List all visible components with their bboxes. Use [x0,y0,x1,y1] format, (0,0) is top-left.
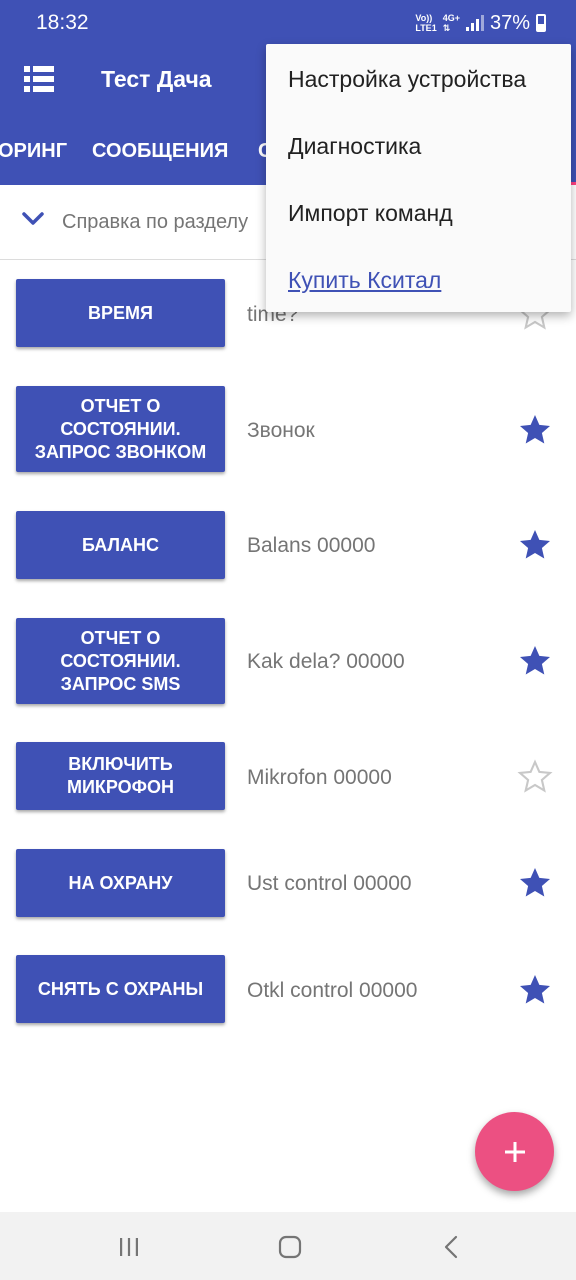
home-icon[interactable] [277,1234,303,1260]
status-time: 18:32 [36,11,89,34]
command-text: Ust control 00000 [247,872,412,895]
command-button-disarm[interactable]: СНЯТЬ С ОХРАНЫ [16,955,225,1023]
command-text: Balans 00000 [247,534,376,557]
add-command-button[interactable] [475,1112,554,1191]
volte-icon: Vo)) LTE1 [415,13,436,33]
overflow-menu: Настройка устройства Диагностика Импорт … [266,44,571,312]
command-button-status-call[interactable]: ОТЧЕТ О СОСТОЯНИИ. ЗАПРОС ЗВОНКОМ [16,386,225,472]
command-button-balance[interactable]: БАЛАНС [16,511,225,579]
command-text: Звонок [247,419,315,442]
system-nav-bar [0,1212,576,1280]
help-label: Справка по разделу [62,211,249,233]
status-icons: Vo)) LTE1 4G+ ⇅ 37% [415,8,546,38]
menu-item-device-settings[interactable]: Настройка устройства [288,66,526,93]
status-bar: 18:32 Vo)) LTE1 4G+ ⇅ 37% [0,0,576,44]
command-text: Kak dela? 00000 [247,650,405,673]
star-filled-icon[interactable] [517,972,553,1008]
menu-item-buy-ksital[interactable]: Купить Кситал [288,267,441,294]
command-button-microphone[interactable]: ВКЛЮЧИТЬ МИКРОФОН [16,742,225,810]
battery-icon [536,14,546,32]
star-outline-icon[interactable] [517,759,553,795]
back-icon[interactable] [439,1234,465,1260]
network-type-icon: 4G+ ⇅ [443,13,460,33]
battery-percent: 37% [489,11,530,34]
command-button-arm[interactable]: НА ОХРАНУ [16,849,225,917]
command-text: Mikrofon 00000 [247,766,392,789]
star-filled-icon[interactable] [517,865,553,901]
star-filled-icon[interactable] [517,527,553,563]
star-filled-icon[interactable] [517,412,553,448]
command-button-time[interactable]: ВРЕМЯ [16,279,225,347]
chevron-down-icon[interactable] [22,211,44,227]
menu-item-diagnostics[interactable]: Диагностика [288,133,421,160]
signal-icon [465,15,484,31]
menu-item-import-commands[interactable]: Импорт команд [288,200,453,227]
star-filled-icon[interactable] [517,643,553,679]
data-arrows-icon: ⇅ [442,23,451,33]
network-type-label: 4G+ [442,13,460,23]
volte-label: Vo)) [415,13,433,23]
list-menu-icon[interactable] [24,66,54,92]
recents-icon[interactable] [116,1234,142,1260]
tab-monitoring[interactable]: ОРИНГ [0,140,67,163]
app-title: Тест Дача [101,66,212,92]
command-button-status-sms[interactable]: ОТЧЕТ О СОСТОЯНИИ. ЗАПРОС SMS [16,618,225,704]
command-text: Otkl control 00000 [247,979,418,1002]
tab-messages[interactable]: СООБЩЕНИЯ [92,140,228,163]
app-screen: 18:32 Vo)) LTE1 4G+ ⇅ 37% Тест Дача ОРИН… [0,0,576,1280]
lte-label: LTE1 [415,23,437,33]
plus-icon [504,1141,525,1162]
